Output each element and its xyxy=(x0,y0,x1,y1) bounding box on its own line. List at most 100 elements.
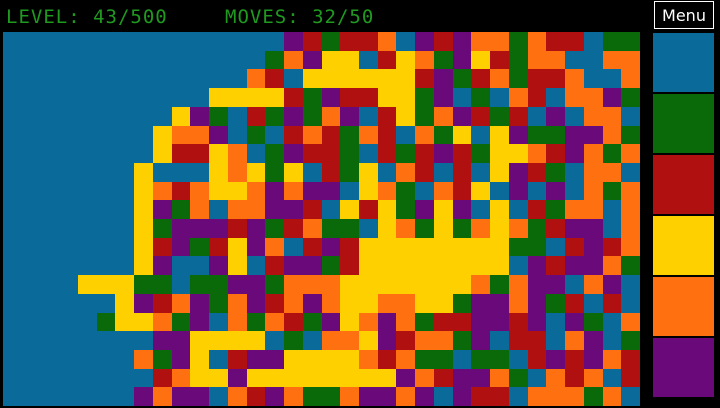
board-cell xyxy=(471,293,492,314)
board-cell xyxy=(77,237,98,258)
board-cell xyxy=(565,256,586,277)
board-cell xyxy=(321,256,342,277)
board-cell xyxy=(227,144,248,165)
board-cell xyxy=(471,50,492,71)
board-cell xyxy=(546,219,567,239)
menu-button[interactable]: Menu xyxy=(654,1,714,29)
board-cell xyxy=(21,69,42,90)
board-cell xyxy=(152,106,173,127)
board-cell xyxy=(3,387,23,406)
board-cell xyxy=(265,312,286,333)
board-cell xyxy=(115,293,136,314)
board-cell xyxy=(59,125,80,146)
board-cell xyxy=(246,32,267,52)
board-cell xyxy=(471,312,492,333)
board-cell xyxy=(546,69,567,90)
board-cell xyxy=(490,181,511,202)
board-cell xyxy=(227,106,248,127)
board-cell xyxy=(115,256,136,277)
board-cell xyxy=(265,219,286,239)
board-cell xyxy=(209,200,230,221)
board-cell xyxy=(602,368,623,389)
board-cell xyxy=(415,349,436,370)
board-cell xyxy=(452,368,473,389)
board-cell xyxy=(490,387,511,406)
board-cell xyxy=(227,275,248,296)
board-cell xyxy=(583,181,604,202)
board-cell xyxy=(115,219,136,239)
board-cell xyxy=(321,69,342,90)
board-cell xyxy=(377,387,398,406)
board-cell xyxy=(565,387,586,406)
board-cell xyxy=(246,88,267,109)
board-cell xyxy=(134,125,155,146)
board-cell xyxy=(490,125,511,146)
board-cell xyxy=(302,312,323,333)
board-cell xyxy=(508,50,529,71)
board-cell xyxy=(190,106,211,127)
board-cell xyxy=(3,50,23,71)
board-cell xyxy=(358,349,379,370)
board-cell xyxy=(77,32,98,52)
board-cell xyxy=(246,387,267,406)
board-cell xyxy=(527,32,548,52)
board-cell xyxy=(546,368,567,389)
color-button-blue[interactable] xyxy=(653,33,714,92)
board-cell xyxy=(190,200,211,221)
board-cell xyxy=(527,256,548,277)
board-cell xyxy=(265,200,286,221)
board-cell xyxy=(377,331,398,352)
board-cell xyxy=(358,88,379,109)
board-cell xyxy=(134,219,155,239)
board-cell xyxy=(40,256,61,277)
board-cell xyxy=(602,275,623,296)
board-cell xyxy=(358,312,379,333)
board-cell xyxy=(77,88,98,109)
board-cell xyxy=(377,275,398,296)
board-cell xyxy=(21,256,42,277)
board-cell xyxy=(40,32,61,52)
board-cell xyxy=(583,387,604,406)
board-cell xyxy=(527,125,548,146)
board-cell xyxy=(284,162,305,183)
board-cell xyxy=(284,50,305,71)
board-cell xyxy=(302,349,323,370)
board-cell xyxy=(152,349,173,370)
board-cell xyxy=(246,106,267,127)
color-button-orange[interactable] xyxy=(653,277,714,336)
color-button-green[interactable] xyxy=(653,94,714,153)
board-cell xyxy=(3,32,23,52)
board-cell xyxy=(152,312,173,333)
board-cell xyxy=(602,50,623,71)
color-button-red[interactable] xyxy=(653,155,714,214)
board-cell xyxy=(527,162,548,183)
board-cell xyxy=(134,162,155,183)
board-cell xyxy=(565,162,586,183)
board-cell xyxy=(284,69,305,90)
board-cell xyxy=(340,69,361,90)
board-cell xyxy=(115,237,136,258)
color-button-yellow[interactable] xyxy=(653,216,714,275)
board-cell xyxy=(152,69,173,90)
board-cell xyxy=(377,293,398,314)
board-cell xyxy=(209,256,230,277)
board-cell xyxy=(134,69,155,90)
board-cell xyxy=(3,349,23,370)
board-cell xyxy=(321,32,342,52)
board-cell xyxy=(284,219,305,239)
board-cell xyxy=(3,162,23,183)
board-cell xyxy=(190,312,211,333)
board-cell xyxy=(21,88,42,109)
board-cell xyxy=(433,32,454,52)
board-cell xyxy=(96,88,117,109)
board-cell xyxy=(583,256,604,277)
board-cell xyxy=(246,125,267,146)
board-cell xyxy=(433,125,454,146)
board-cell xyxy=(602,32,623,52)
board-cell xyxy=(321,275,342,296)
color-button-purple[interactable] xyxy=(653,338,714,397)
board-cell xyxy=(621,50,640,71)
board-cell xyxy=(565,275,586,296)
board-cell xyxy=(377,219,398,239)
board-cell xyxy=(209,331,230,352)
